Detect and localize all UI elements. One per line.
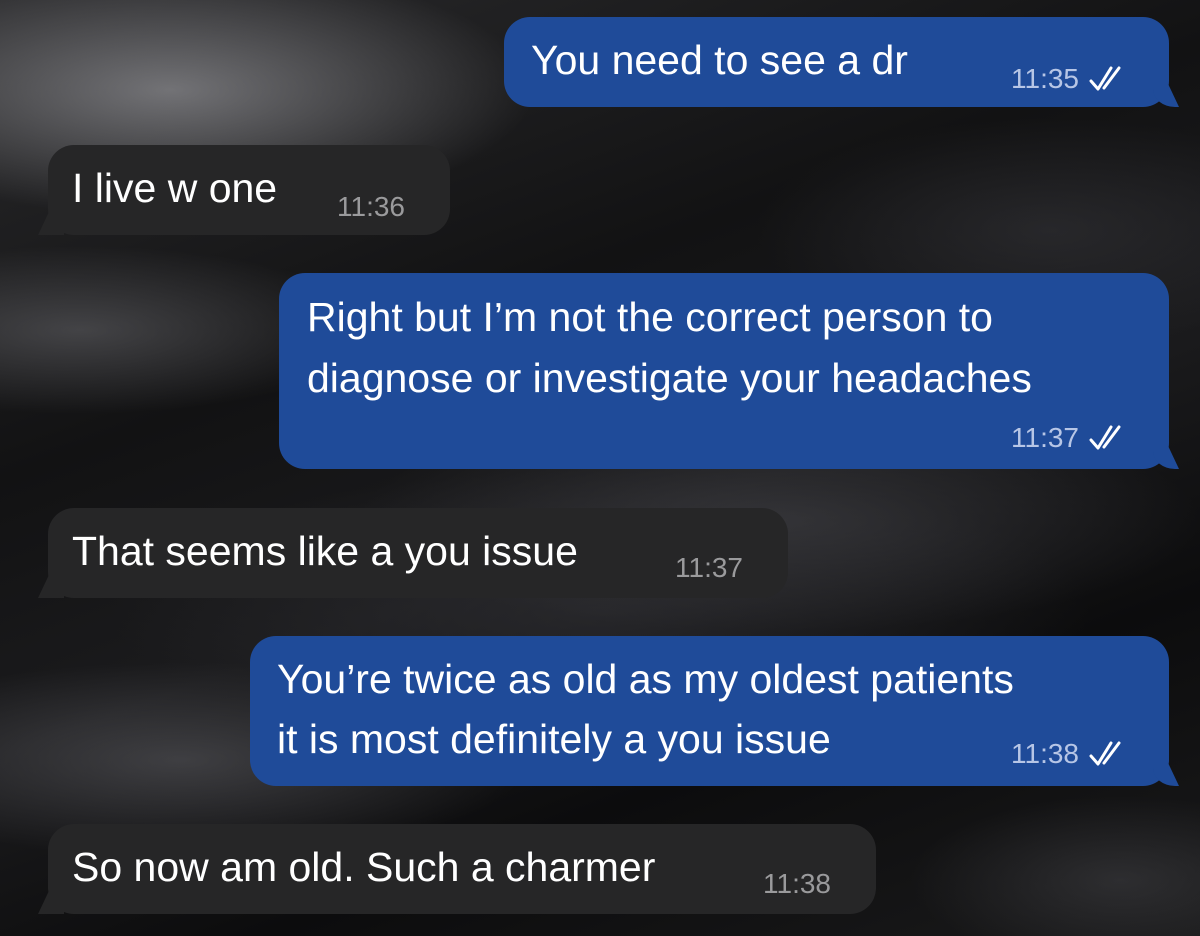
- message-meta: 11:37: [675, 553, 743, 583]
- message-time: 11:37: [675, 552, 743, 583]
- message-text: I live w one: [72, 165, 278, 211]
- bubble-tail: [38, 892, 64, 914]
- message-meta: 11:38: [763, 869, 831, 899]
- message-time: 11:37: [1011, 422, 1079, 453]
- message-bubble-incoming[interactable]: That seems like a you issue 11:37: [38, 508, 788, 598]
- message-time: 11:36: [337, 191, 405, 222]
- message-text-line: You’re twice as old as my oldest patient…: [277, 656, 1014, 702]
- bubble-tail: [1153, 85, 1179, 107]
- message-time: 11:38: [1011, 738, 1079, 769]
- message-text-line: Right but I’m not the correct person to: [307, 294, 993, 340]
- message-text: So now am old. Such a charmer: [72, 844, 656, 890]
- bubble-tail: [38, 576, 64, 598]
- message-meta: 11:35: [1011, 64, 1131, 94]
- message-text: That seems like a you issue: [72, 528, 578, 574]
- message-bubble-incoming[interactable]: I live w one 11:36: [38, 145, 450, 235]
- message-bubble-outgoing[interactable]: You need to see a dr 11:35: [504, 17, 1179, 107]
- message-time: 11:35: [1011, 63, 1079, 94]
- double-check-icon: [1089, 66, 1121, 91]
- message-text-line: it is most definitely a you issue: [277, 716, 831, 762]
- message-meta: 11:38: [1011, 739, 1131, 769]
- message-text: You need to see a dr: [531, 37, 908, 83]
- message-meta: 11:37: [1011, 423, 1131, 453]
- message-meta: 11:36: [337, 192, 405, 222]
- bubble-tail: [1153, 447, 1179, 469]
- bubble-tail: [1153, 764, 1179, 786]
- message-text-line: diagnose or investigate your headaches: [307, 355, 1032, 401]
- message-time: 11:38: [763, 868, 831, 899]
- message-bubble-outgoing[interactable]: You’re twice as old as my oldest patient…: [250, 636, 1179, 786]
- message-bubble-outgoing[interactable]: Right but I’m not the correct person to …: [279, 273, 1179, 469]
- double-check-icon: [1089, 741, 1121, 766]
- double-check-icon: [1089, 425, 1121, 450]
- message-bubble-incoming[interactable]: So now am old. Such a charmer 11:38: [38, 824, 876, 914]
- bubble-tail: [38, 213, 64, 235]
